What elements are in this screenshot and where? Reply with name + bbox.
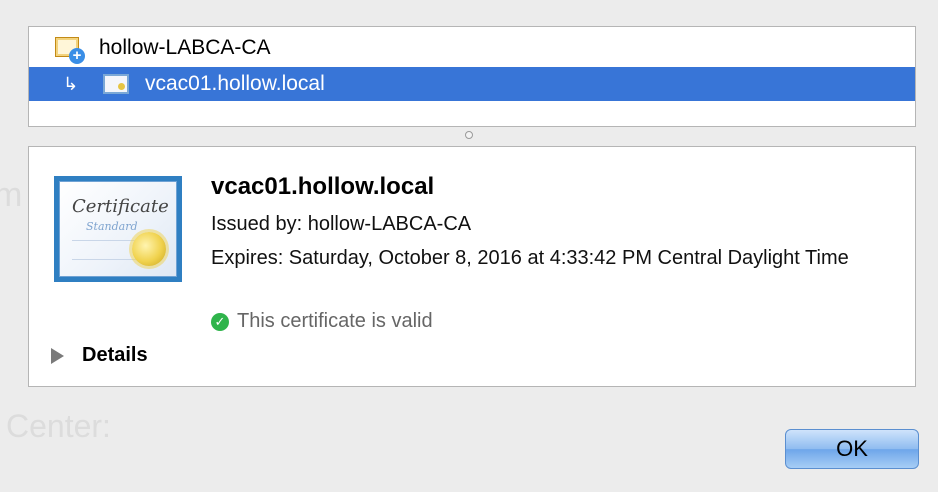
check-circle-icon: ✓ [211, 312, 229, 331]
details-label: Details [82, 344, 148, 366]
badge-subtitle: Standard [86, 220, 138, 233]
chain-item-root[interactable]: + hollow-LABCA-CA [29, 31, 915, 65]
certificate-chain-list: + hollow-LABCA-CA ↳ vcac01.hollow.local [28, 26, 916, 127]
certificate-authority-icon: + [53, 35, 85, 64]
chain-item-label: hollow-LABCA-CA [99, 36, 271, 59]
expiration-date: Expires: Saturday, October 8, 2016 at 4:… [211, 247, 849, 269]
certificate-icon [103, 74, 129, 94]
child-arrow-icon: ↳ [63, 73, 79, 94]
certificate-detail-panel: Certificate Standard vcac01.hollow.local… [28, 146, 916, 387]
seal-icon [132, 232, 166, 266]
issued-by: Issued by: hollow-LABCA-CA [211, 213, 472, 235]
badge-title: Certificate [72, 196, 169, 217]
certificate-badge-icon: Certificate Standard [54, 176, 182, 282]
chain-item-label: vcac01.hollow.local [145, 72, 325, 95]
validity-status: ✓ This certificate is valid [211, 310, 433, 333]
details-disclosure[interactable]: Details [51, 344, 148, 367]
background-ghost-text: m [0, 176, 23, 214]
ok-button[interactable]: OK [785, 429, 919, 469]
certificate-name: vcac01.hollow.local [211, 173, 435, 200]
chain-item-leaf[interactable]: ↳ vcac01.hollow.local [29, 67, 915, 101]
background-ghost-label: Center: [6, 408, 111, 444]
split-view-handle[interactable] [465, 131, 473, 139]
validity-status-text: This certificate is valid [237, 310, 433, 332]
disclosure-triangle-icon[interactable] [51, 347, 64, 364]
